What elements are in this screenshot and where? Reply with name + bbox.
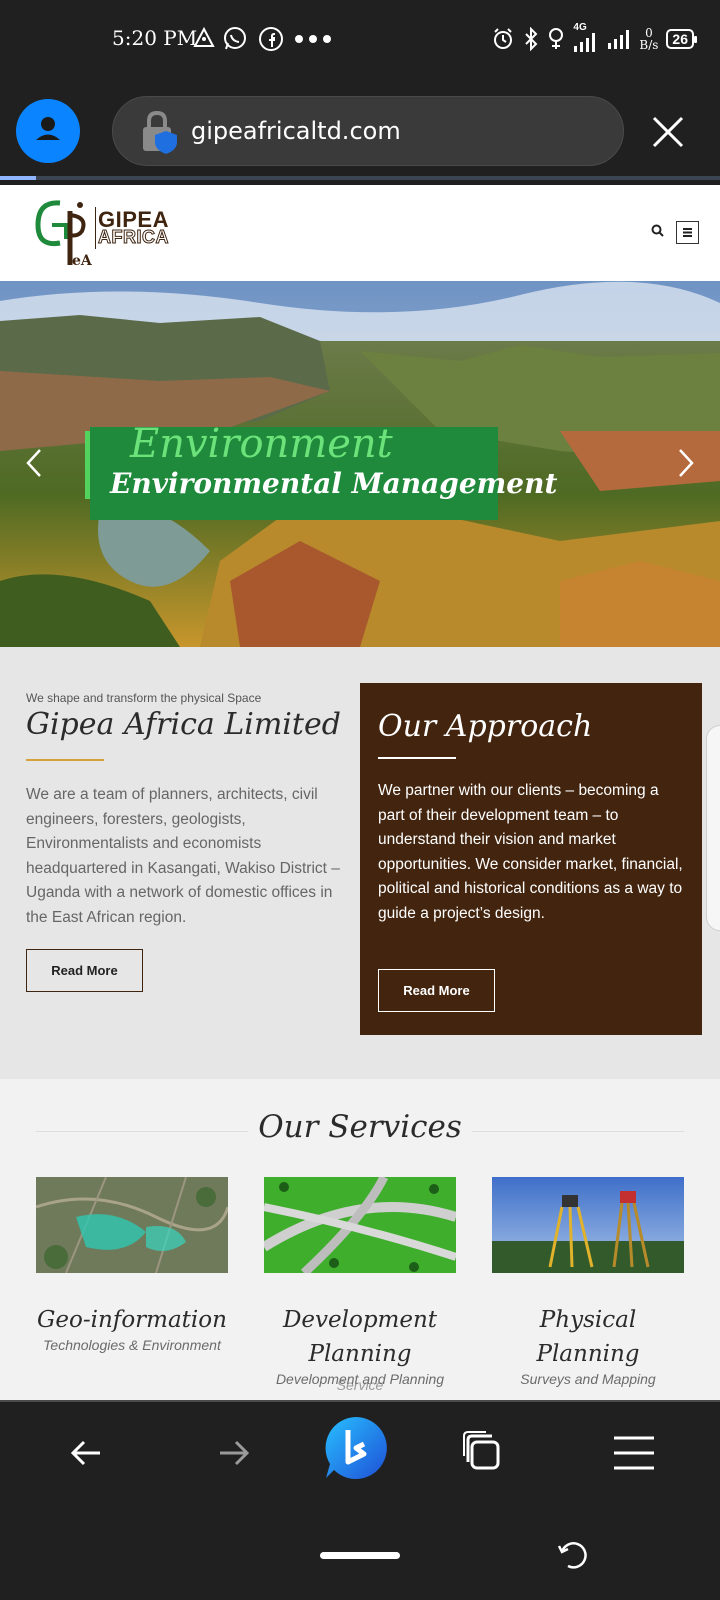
logo-text-africa: AFRICA: [98, 227, 170, 248]
alarm-icon: [494, 28, 513, 49]
secure-lock-icon: [143, 110, 177, 154]
speed-unit: B/s: [639, 38, 659, 52]
service-subtitle-wrap: Service Development and Planning: [264, 1371, 456, 1393]
service-subtitle: Technologies & Environment: [43, 1337, 221, 1353]
signal-4g-icon: 4G: [573, 22, 599, 52]
status-bar: 5:20 PM 4G 0 B/s 26: [0, 0, 720, 80]
service-card-geo-information[interactable]: Geo-information Technologies & Environme…: [36, 1177, 228, 1353]
more-notifications-icon: [295, 35, 331, 43]
bing-chat-icon[interactable]: [322, 1414, 390, 1482]
menu-icon: [683, 228, 692, 237]
bluetooth-icon: [525, 27, 538, 51]
highway-interchange-image: [264, 1177, 456, 1273]
gipea-logo-mark[interactable]: eA: [30, 195, 94, 269]
rotate-screen-icon[interactable]: [556, 1538, 588, 1570]
about-read-more-button[interactable]: Read More: [26, 949, 143, 992]
slider-prev-icon[interactable]: [24, 447, 44, 479]
service-subtitle: Surveys and Mapping: [520, 1371, 656, 1387]
forward-arrow-icon[interactable]: [208, 1428, 258, 1478]
approach-card: Our Approach We partner with our clients…: [360, 683, 702, 1035]
battery-indicator: 26: [666, 29, 697, 49]
url-text: gipeafricaltd.com: [191, 117, 401, 145]
service-card-physical-planning[interactable]: Physical Planning Surveys and Mapping: [492, 1177, 684, 1387]
hero-title: Environmental Management: [110, 467, 558, 500]
tabs-icon[interactable]: [458, 1428, 508, 1478]
about-tagline: We shape and transform the physical Spac…: [26, 691, 262, 705]
whatsapp-icon: [224, 27, 246, 50]
svg-text:eA: eA: [72, 253, 93, 269]
webpage-content: eA GIPEA AFRICA Environment Environmenta…: [0, 185, 720, 1400]
logo-separator: [95, 207, 96, 249]
search-icon[interactable]: [650, 223, 666, 239]
service-card-development-planning[interactable]: Development Planning Service Development…: [264, 1177, 456, 1393]
browser-bottom-nav: [0, 1400, 720, 1504]
page-load-progress: [0, 176, 36, 180]
user-icon: [36, 117, 60, 140]
service-title: Development Planning: [282, 1307, 438, 1367]
system-gesture-bar: [0, 1504, 720, 1600]
hero-slider: Environment Environmental Management: [0, 281, 720, 647]
survey-equipment-image: [492, 1177, 684, 1273]
service-subtitle: Development and Planning: [275, 1371, 445, 1387]
profile-avatar-button[interactable]: [16, 99, 80, 163]
service-title: Physical Planning: [536, 1307, 640, 1367]
status-time: 5:20 PM: [112, 26, 198, 50]
status-right-group: 4G 0 B/s 26: [491, 22, 697, 54]
browser-toolbar: gipeafricaltd.com: [0, 80, 720, 180]
close-icon[interactable]: [650, 114, 686, 150]
page-load-track: [0, 176, 720, 180]
back-arrow-icon[interactable]: [62, 1428, 112, 1478]
network-speed: 0 B/s: [639, 27, 658, 51]
services-heading: Our Services: [248, 1109, 472, 1145]
address-bar[interactable]: gipeafricaltd.com: [112, 96, 624, 166]
navigation-triangle-icon: [193, 26, 215, 47]
approach-read-more-button[interactable]: Read More: [378, 969, 495, 1012]
about-description: We are a team of planners, architects, c…: [26, 786, 340, 926]
approach-title: Our Approach: [378, 709, 593, 744]
home-indicator[interactable]: [320, 1552, 400, 1559]
location-icon: [549, 28, 564, 49]
facebook-icon: [259, 27, 283, 51]
battery-level: 26: [672, 31, 688, 47]
services-heading-wrap: Our Services: [0, 1109, 720, 1145]
hamburger-menu-button[interactable]: [676, 221, 699, 244]
slider-next-icon[interactable]: [676, 447, 696, 479]
services-section: Our Services Geo-information Technologie…: [0, 1079, 720, 1400]
about-section: We shape and transform the physical Spac…: [0, 647, 720, 1079]
approach-title-underline: [378, 757, 456, 759]
approach-description: We partner with our clients – becoming a…: [378, 782, 683, 922]
signal-bars-icon: [608, 30, 630, 49]
geo-information-map-image: [36, 1177, 228, 1273]
service-title: Geo-information: [37, 1307, 227, 1333]
site-header: eA GIPEA AFRICA: [0, 185, 720, 281]
about-title: Gipea Africa Limited: [26, 707, 341, 742]
menu-icon[interactable]: [610, 1428, 660, 1478]
about-title-underline: [26, 759, 104, 761]
edge-panel-handle[interactable]: [706, 725, 720, 931]
hero-kicker: Environment: [130, 421, 393, 467]
